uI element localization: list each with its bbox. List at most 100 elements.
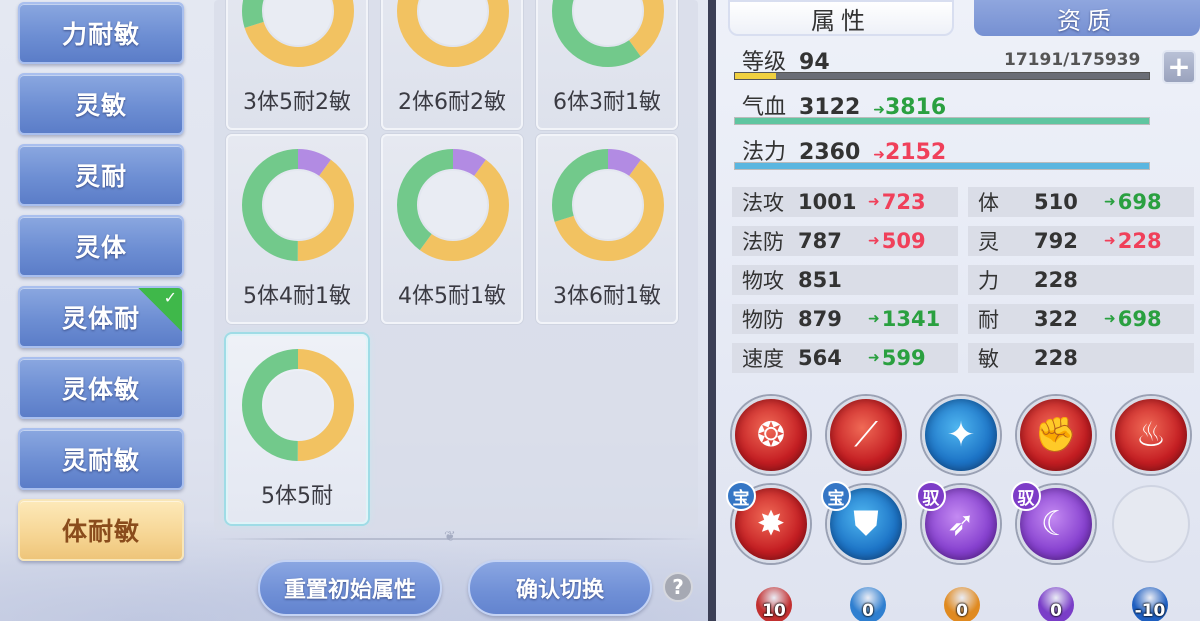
sidebar-item-7[interactable]: 体耐敏 (18, 499, 184, 561)
sidebar-item-label: 体耐敏 (61, 517, 140, 546)
arrow-down-icon: ➜ (868, 233, 880, 249)
reset-attributes-label: 重置初始属性 (283, 578, 416, 603)
mp-bar (734, 162, 1150, 170)
scheme-card-label: 3体5耐2敏 (243, 90, 351, 115)
scheme-card-6[interactable]: 5体5耐 (226, 334, 368, 524)
help-icon: ? (672, 575, 684, 599)
sidebar-item-label: 灵体耐 (61, 304, 140, 333)
arrow-up-icon: ➜ (1104, 311, 1116, 327)
stat-left-row-0: 法攻 1001 ➜ 723 (732, 187, 958, 217)
scheme-card-label: 3体6耐1敏 (553, 284, 661, 309)
sidebar-item-label: 力耐敏 (61, 20, 140, 49)
scheme-card-1[interactable]: 2体6耐2敏 (381, 0, 523, 130)
sidebar-item-4[interactable]: 灵体耐 ✓ (18, 286, 184, 348)
tab-aptitude-label: 资质 (1057, 6, 1117, 35)
arrow-up-icon: ➜ (873, 102, 885, 118)
tab-attributes[interactable]: 属性 (728, 0, 954, 36)
scheme-card-2[interactable]: 6体3耐1敏 (536, 0, 678, 130)
mp-bar-fill (735, 163, 1149, 169)
arrow-up-icon: ➜ (1104, 194, 1116, 210)
scheme-card-4[interactable]: 4体5耐1敏 (381, 134, 523, 324)
stat-right-row-4: 敏 228 (968, 343, 1194, 373)
treasure-tag: 宝 (821, 481, 851, 511)
scheme-donut-0 (242, 0, 354, 67)
arrow-up-icon: ➜ (868, 350, 880, 366)
sidebar-item-label: 灵敏 (74, 91, 127, 120)
sidebar-item-2[interactable]: 灵耐 (18, 144, 184, 206)
help-button[interactable]: ? (663, 572, 693, 602)
skill-wind-blade-icon[interactable]: ✦ (922, 396, 1000, 474)
attribute-scheme-panel: 力耐敏 灵敏 灵耐 灵体 灵体耐 ✓ 灵体敏 灵耐敏 体耐敏 3体5耐2敏 2体… (0, 0, 708, 621)
stat-value: 564 (798, 346, 842, 370)
treasure-tag: 宝 (726, 481, 756, 511)
stat-right-row-0: 体 510 ➜ 698 (968, 187, 1194, 217)
stat-right-row-2: 力 228 (968, 265, 1194, 295)
stat-label: 法攻 (742, 191, 784, 215)
fire-element-icon: 10 (756, 587, 792, 621)
skill-fist-icon[interactable]: ✊ (1017, 396, 1095, 474)
hp-bar-fill (735, 118, 1149, 124)
scheme-donut-2 (552, 0, 664, 67)
stat-label: 物攻 (742, 269, 784, 293)
plus-icon: + (1167, 50, 1191, 83)
checkmark-icon: ✓ (138, 288, 182, 332)
skill-slash-icon[interactable]: ⟋ (827, 396, 905, 474)
stat-left-row-1: 法防 787 ➜ 509 (732, 226, 958, 256)
scheme-donut-1 (397, 0, 509, 67)
hp-bar (734, 117, 1150, 125)
sidebar-item-0[interactable]: 力耐敏 (18, 2, 184, 64)
skill-fire-swirl-icon[interactable]: ❂ (732, 396, 810, 474)
arrow-down-icon: ➜ (868, 194, 880, 210)
stat-new-value: 509 (881, 229, 926, 253)
stat-label: 耐 (978, 308, 999, 332)
sidebar-item-3[interactable]: 灵体 (18, 215, 184, 277)
arrow-up-icon: ➜ (868, 311, 880, 327)
stat-value: 322 (1034, 307, 1078, 331)
stat-label: 敏 (978, 347, 999, 371)
scheme-donut-5 (552, 149, 664, 261)
donut-center (419, 171, 487, 239)
skill-flame-icon[interactable]: ♨ (1112, 396, 1190, 474)
stat-new-value: 723 (881, 190, 926, 214)
dark-element-icon: 0 (1038, 587, 1074, 621)
stat-value: 851 (798, 268, 842, 292)
tab-attributes-label: 属性 (811, 6, 871, 35)
empty-skill-slot[interactable] (1112, 485, 1190, 563)
sidebar-item-6[interactable]: 灵耐敏 (18, 428, 184, 490)
stat-new-value: 698 (1117, 190, 1162, 214)
add-exp-button[interactable]: + (1162, 50, 1196, 84)
stat-value: 792 (1034, 229, 1078, 253)
scheme-donut-3 (242, 149, 354, 261)
scheme-donut-6 (242, 349, 354, 461)
scheme-card-0[interactable]: 3体5耐2敏 (226, 0, 368, 130)
exp-text: 17191/175939 (1004, 50, 1141, 70)
scheme-card-5[interactable]: 3体6耐1敏 (536, 134, 678, 324)
scheme-card-label: 4体5耐1敏 (398, 284, 506, 309)
scheme-card-label: 6体3耐1敏 (553, 90, 661, 115)
sidebar-item-label: 灵体敏 (61, 375, 140, 404)
scheme-card-3[interactable]: 5体4耐1敏 (226, 134, 368, 324)
stat-new-value: 698 (1117, 307, 1162, 331)
confirm-switch-button[interactable]: 确认切换 (468, 560, 652, 616)
scheme-card-label: 2体6耐2敏 (398, 90, 506, 115)
stat-value: 228 (1034, 346, 1078, 370)
scheme-card-label: 5体4耐1敏 (243, 284, 351, 309)
tame-tag: 驭 (1011, 481, 1041, 511)
divider-ornament-icon: ❦ (444, 529, 456, 545)
character-stats-panel: 属性 资质 等级 94 17191/175939 + 气血 3122 ➜3816… (716, 0, 1200, 621)
donut-center (574, 171, 642, 239)
sidebar-item-5[interactable]: 灵体敏 (18, 357, 184, 419)
stat-label: 速度 (742, 347, 784, 371)
tab-aptitude[interactable]: 资质 (974, 0, 1200, 36)
stat-label: 物防 (742, 308, 784, 332)
stat-right-row-3: 耐 322 ➜ 698 (968, 304, 1194, 334)
donut-center (264, 171, 332, 239)
arrow-down-icon: ➜ (873, 147, 885, 163)
stat-label: 法防 (742, 230, 784, 254)
sidebar-item-label: 灵耐 (74, 162, 127, 191)
sidebar-item-1[interactable]: 灵敏 (18, 73, 184, 135)
confirm-switch-label: 确认切换 (515, 578, 604, 603)
stat-left-row-4: 速度 564 ➜ 599 (732, 343, 958, 373)
stat-new-value: 599 (881, 346, 926, 370)
reset-attributes-button[interactable]: 重置初始属性 (258, 560, 442, 616)
